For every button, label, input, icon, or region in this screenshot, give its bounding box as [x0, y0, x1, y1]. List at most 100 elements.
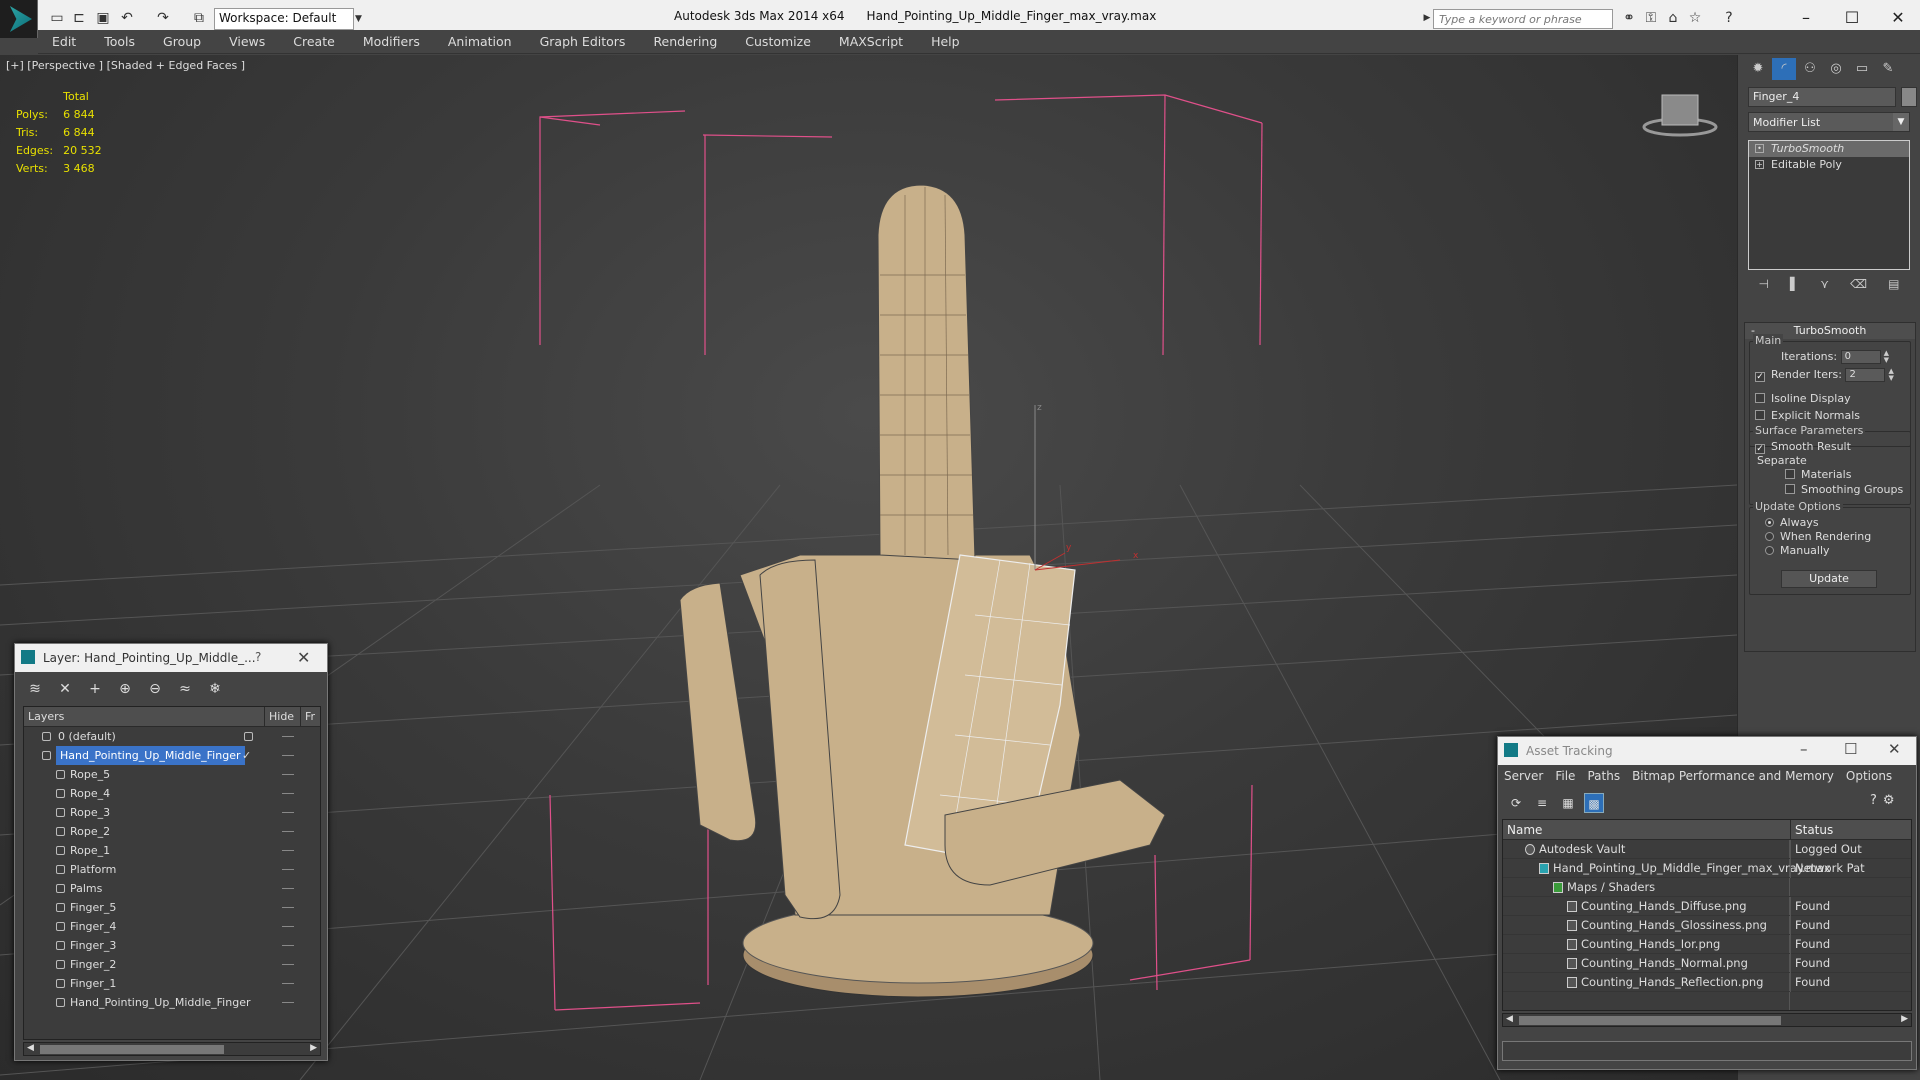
motion-tab-icon[interactable]: ◎: [1824, 58, 1848, 80]
display-tab-icon[interactable]: ▭: [1850, 58, 1874, 80]
select-layer-icon[interactable]: ⊕: [113, 678, 137, 700]
object-name-field[interactable]: Finger_4: [1748, 87, 1896, 107]
lightbulb-icon[interactable]: •: [1755, 144, 1764, 153]
layer-row-selected[interactable]: Hand_Pointing_Up_Middle_Finger ✓: [24, 746, 320, 765]
current-layer-indicator-icon[interactable]: [244, 732, 253, 741]
horizontal-scrollbar[interactable]: ◀ ▶: [23, 1042, 321, 1056]
search-input[interactable]: Type a keyword or phrase: [1433, 9, 1613, 29]
layer-row[interactable]: Rope_2: [24, 822, 320, 841]
settings-icon[interactable]: ⚙: [1883, 793, 1895, 808]
layers-column-header[interactable]: Layers: [28, 707, 64, 727]
status-column-header[interactable]: Status: [1790, 820, 1833, 840]
layer-row[interactable]: Finger_2: [24, 955, 320, 974]
viewport-label[interactable]: [+] [Perspective ] [Shaded + Edged Faces…: [6, 59, 245, 72]
hide-toggle[interactable]: [282, 926, 294, 927]
open-file-icon[interactable]: ⊏: [70, 9, 88, 27]
table-row[interactable]: Counting_Hands_Normal.png Found: [1503, 954, 1911, 973]
save-file-icon[interactable]: ▣: [94, 9, 112, 27]
layer-row[interactable]: 0 (default): [24, 727, 320, 746]
hide-toggle[interactable]: [282, 812, 294, 813]
layer-row[interactable]: Finger_5: [24, 898, 320, 917]
list-view-icon[interactable]: ≡: [1532, 793, 1552, 813]
hide-toggle[interactable]: [282, 983, 294, 984]
hide-toggle[interactable]: [282, 850, 294, 851]
menu-file[interactable]: File: [1555, 769, 1575, 783]
freeze-layers-icon[interactable]: ❄: [203, 678, 227, 700]
scroll-right-icon[interactable]: ▶: [310, 1043, 317, 1053]
menu-help[interactable]: Help: [917, 34, 974, 49]
table-row[interactable]: Counting_Hands_Diffuse.png Found: [1503, 897, 1911, 916]
close-dialog-button[interactable]: ✕: [297, 648, 310, 667]
layer-row[interactable]: Rope_1: [24, 841, 320, 860]
modifier-list-dropdown[interactable]: Modifier List ▼: [1748, 112, 1910, 132]
workspace-dropdown[interactable]: Workspace: Default ▼: [214, 8, 362, 30]
when-rendering-radio[interactable]: [1765, 532, 1774, 541]
menu-graph-editors[interactable]: Graph Editors: [526, 34, 640, 49]
layer-row[interactable]: Hand_Pointing_Up_Middle_Finger: [24, 993, 320, 1012]
scroll-right-icon[interactable]: ▶: [1901, 1014, 1908, 1024]
explicit-normals-checkbox[interactable]: [1755, 410, 1765, 420]
table-row[interactable]: Hand_Pointing_Up_Middle_Finger_max_vray.…: [1503, 859, 1911, 878]
utilities-tab-icon[interactable]: ✎: [1876, 58, 1900, 80]
isoline-checkbox[interactable]: [1755, 393, 1765, 403]
spinner-arrows-icon[interactable]: ▲ ▼: [1884, 350, 1892, 364]
hide-toggle[interactable]: [282, 736, 294, 737]
hide-toggle[interactable]: [282, 869, 294, 870]
menu-group[interactable]: Group: [149, 34, 215, 49]
hide-toggle[interactable]: [282, 831, 294, 832]
layers-icon[interactable]: ≋: [23, 678, 47, 700]
stack-item-turbosmooth[interactable]: • TurboSmooth: [1749, 141, 1909, 157]
menu-modifiers[interactable]: Modifiers: [349, 34, 434, 49]
binoculars-icon[interactable]: ⚭: [1620, 9, 1638, 27]
layer-dialog-titlebar[interactable]: Layer: Hand_Pointing_Up_Middle_... ? ✕: [15, 644, 327, 672]
pin-stack-icon[interactable]: ⊣: [1759, 277, 1769, 295]
layer-row[interactable]: Finger_1: [24, 974, 320, 993]
layer-row[interactable]: Finger_4: [24, 917, 320, 936]
hide-toggle[interactable]: [282, 774, 294, 775]
render-iters-spinner[interactable]: 2: [1845, 368, 1886, 382]
menu-paths[interactable]: Paths: [1587, 769, 1620, 783]
redo-icon[interactable]: ↷: [154, 9, 172, 27]
layer-row[interactable]: Rope_4: [24, 784, 320, 803]
menu-edit[interactable]: Edit: [38, 34, 90, 49]
object-color-swatch[interactable]: [1901, 87, 1917, 107]
menu-options[interactable]: Options: [1846, 769, 1892, 783]
checkmark-icon[interactable]: ✓: [242, 746, 251, 765]
layer-row[interactable]: Palms: [24, 879, 320, 898]
scroll-left-icon[interactable]: ◀: [27, 1043, 34, 1053]
remove-modifier-icon[interactable]: ⌫: [1850, 277, 1867, 295]
menu-rendering[interactable]: Rendering: [639, 34, 731, 49]
menu-animation[interactable]: Animation: [434, 34, 526, 49]
maximize-dialog-button[interactable]: ☐: [1844, 740, 1857, 758]
scrollbar-thumb[interactable]: [40, 1045, 224, 1054]
manually-radio[interactable]: [1765, 546, 1774, 555]
add-layer-icon[interactable]: +: [83, 678, 107, 700]
favorites-star-icon[interactable]: ☆: [1686, 9, 1704, 27]
close-window-button[interactable]: ✕: [1878, 6, 1918, 30]
horizontal-scrollbar[interactable]: ◀ ▶: [1502, 1013, 1912, 1027]
help-icon[interactable]: ?: [1870, 793, 1877, 808]
modify-tab-icon[interactable]: ◜: [1772, 58, 1796, 80]
menu-tools[interactable]: Tools: [90, 34, 149, 49]
project-folder-icon[interactable]: ⧉: [190, 9, 208, 27]
table-view-icon[interactable]: ▦: [1558, 793, 1578, 813]
menu-bitmap-performance[interactable]: Bitmap Performance and Memory: [1632, 769, 1834, 783]
menu-views[interactable]: Views: [215, 34, 279, 49]
grid-view-icon[interactable]: ▩: [1584, 793, 1604, 813]
key-icon[interactable]: ⚿: [1642, 9, 1660, 27]
refresh-icon[interactable]: ⟳: [1506, 793, 1526, 813]
maximize-window-button[interactable]: ☐: [1832, 6, 1872, 30]
hierarchy-tab-icon[interactable]: ⚇: [1798, 58, 1822, 80]
hide-toggle[interactable]: [282, 793, 294, 794]
hide-toggle[interactable]: [282, 888, 294, 889]
stack-item-editable-poly[interactable]: + Editable Poly: [1749, 157, 1909, 173]
hide-toggle[interactable]: [282, 945, 294, 946]
hide-layers-icon[interactable]: ≈: [173, 678, 197, 700]
iterations-spinner[interactable]: 0: [1840, 350, 1881, 364]
update-button[interactable]: Update: [1781, 570, 1877, 588]
spinner-arrows-icon[interactable]: ▲ ▼: [1888, 368, 1896, 382]
hide-toggle[interactable]: [282, 1002, 294, 1003]
menu-maxscript[interactable]: MAXScript: [825, 34, 917, 49]
table-row[interactable]: Counting_Hands_Reflection.png Found: [1503, 973, 1911, 992]
scrollbar-thumb[interactable]: [1519, 1016, 1781, 1025]
